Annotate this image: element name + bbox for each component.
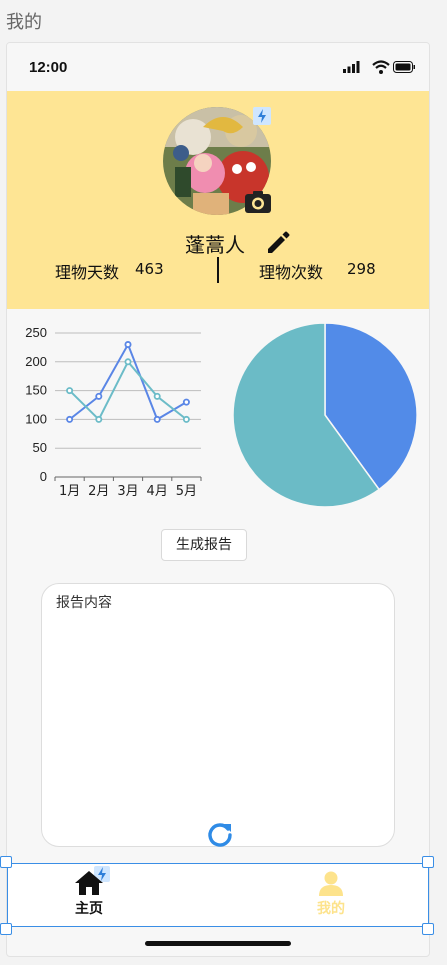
home-indicator <box>145 941 291 946</box>
status-bar: 12:00 <box>7 43 429 91</box>
tab-bar: 主页 我的 <box>7 863 429 927</box>
tab-home[interactable]: 主页 <box>66 870 112 924</box>
line-chart: 0 50 100 150 200 250 1月 2月 3月 4月 5月 <box>25 325 202 499</box>
y-tick-label: 250 <box>25 325 47 340</box>
data-point <box>95 392 103 400</box>
days-label: 理物天数 <box>55 263 120 282</box>
x-tick-label: 1月 <box>59 484 80 499</box>
wifi-icon <box>372 60 390 74</box>
x-tick-label: 2月 <box>88 484 109 499</box>
tab-home-label: 主页 <box>75 901 103 917</box>
data-point <box>124 358 132 366</box>
resize-handle[interactable] <box>422 923 434 935</box>
generate-report-button[interactable]: 生成报告 <box>161 529 247 561</box>
resize-handle[interactable] <box>0 923 12 935</box>
count-label: 理物次数 <box>259 263 324 282</box>
data-point <box>182 415 190 423</box>
resize-handle[interactable] <box>422 856 434 868</box>
battery-icon <box>393 61 415 73</box>
days-value: 463 <box>135 260 164 278</box>
username: 蓬蒿人 <box>185 233 245 257</box>
status-icons <box>343 60 415 74</box>
data-point <box>66 415 74 423</box>
signal-icon <box>343 61 360 73</box>
tab-mine[interactable]: 我的 <box>308 870 354 924</box>
y-tick-label: 200 <box>25 354 47 369</box>
phone-frame: 12:00 蓬蒿人 理物天数 463 理物次数 298 0 50 100 150… <box>6 42 430 957</box>
data-point <box>153 415 161 423</box>
resize-handle[interactable] <box>0 856 12 868</box>
data-point <box>95 415 103 423</box>
y-tick-label: 150 <box>25 383 47 398</box>
data-point <box>182 398 190 406</box>
y-tick-label: 50 <box>33 440 47 455</box>
data-point <box>124 341 132 349</box>
lightning-badge-icon <box>253 107 271 125</box>
status-time: 12:00 <box>29 59 68 76</box>
count-value: 298 <box>347 260 376 278</box>
y-tick-label: 0 <box>40 469 47 484</box>
x-tick-label: 4月 <box>147 484 168 499</box>
camera-icon[interactable] <box>245 191 271 213</box>
x-tick-label: 5月 <box>176 484 197 499</box>
tab-mine-label: 我的 <box>317 901 345 917</box>
refresh-icon[interactable] <box>206 820 234 848</box>
user-icon <box>319 871 343 896</box>
y-tick-label: 100 <box>25 411 47 426</box>
data-point <box>66 387 74 395</box>
avatar-container[interactable] <box>163 107 273 217</box>
pie-chart <box>232 322 418 508</box>
profile-header: 蓬蒿人 理物天数 463 理物次数 298 <box>7 91 429 309</box>
report-label: 报告内容 <box>56 595 112 611</box>
stats-divider <box>217 257 219 283</box>
home-icon <box>75 871 103 895</box>
page-title: 我的 <box>6 12 42 33</box>
x-tick-label: 3月 <box>117 484 138 499</box>
report-content-box[interactable]: 报告内容 <box>41 583 395 847</box>
username-row: 蓬蒿人 <box>7 229 429 259</box>
stats-row: 理物天数 463 理物次数 298 <box>7 257 429 289</box>
data-point <box>153 392 161 400</box>
edit-pencil-icon[interactable] <box>264 229 292 257</box>
